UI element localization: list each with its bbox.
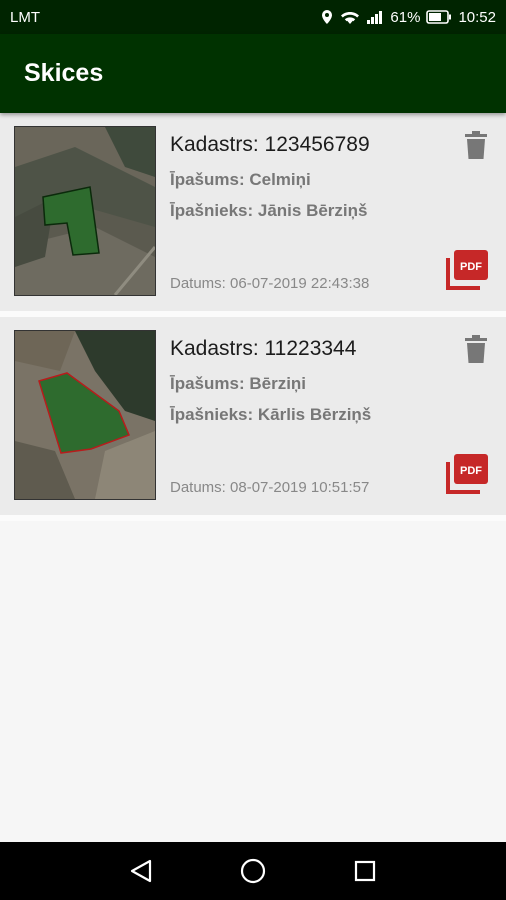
svg-text:PDF: PDF [460, 261, 482, 273]
navigation-bar [0, 842, 506, 900]
battery-percent: 61% [390, 8, 421, 26]
sketch-list: Kadastrs: 123456789 Īpašums: Celmiņi Īpa… [0, 113, 506, 521]
sketch-date: Datums: 08-07-2019 10:51:57 [170, 479, 370, 496]
signal-icon [366, 10, 384, 25]
battery-icon [426, 10, 452, 24]
sketch-card[interactable]: Kadastrs: 11223344 Īpašums: Bērziņi Īpaš… [0, 317, 506, 521]
owner-name: Īpašnieks: Jānis Bērziņš [170, 201, 368, 220]
recents-square-icon[interactable] [350, 856, 380, 886]
cadastre-number: Kadastrs: 123456789 [170, 133, 370, 156]
trash-icon[interactable] [463, 131, 489, 161]
owner-name: Īpašnieks: Kārlis Bērziņš [170, 405, 372, 424]
property-name: Īpašums: Celmiņi [170, 170, 311, 189]
map-thumbnail[interactable] [14, 330, 156, 500]
clock: 10:52 [458, 8, 496, 26]
pdf-icon[interactable]: PDF [446, 248, 490, 290]
wifi-icon [340, 10, 360, 25]
map-thumbnail[interactable] [14, 126, 156, 296]
trash-icon[interactable] [463, 335, 489, 365]
property-name: Īpašums: Bērziņi [170, 374, 307, 393]
svg-text:PDF: PDF [460, 465, 482, 477]
location-icon [320, 9, 334, 25]
page-title: Skices [24, 59, 104, 87]
sketch-date: Datums: 06-07-2019 22:43:38 [170, 275, 370, 292]
back-triangle-icon[interactable] [126, 856, 156, 886]
sketch-card[interactable]: Kadastrs: 123456789 Īpašums: Celmiņi Īpa… [0, 113, 506, 317]
pdf-icon[interactable]: PDF [446, 452, 490, 494]
status-icons: 61% 10:52 [320, 9, 496, 26]
cadastre-number: Kadastrs: 11223344 [170, 337, 357, 360]
status-bar: LMT 61% 10:52 [0, 0, 506, 34]
carrier-label: LMT [10, 8, 40, 26]
app-bar: Skices [0, 34, 506, 113]
home-circle-icon[interactable] [238, 856, 268, 886]
